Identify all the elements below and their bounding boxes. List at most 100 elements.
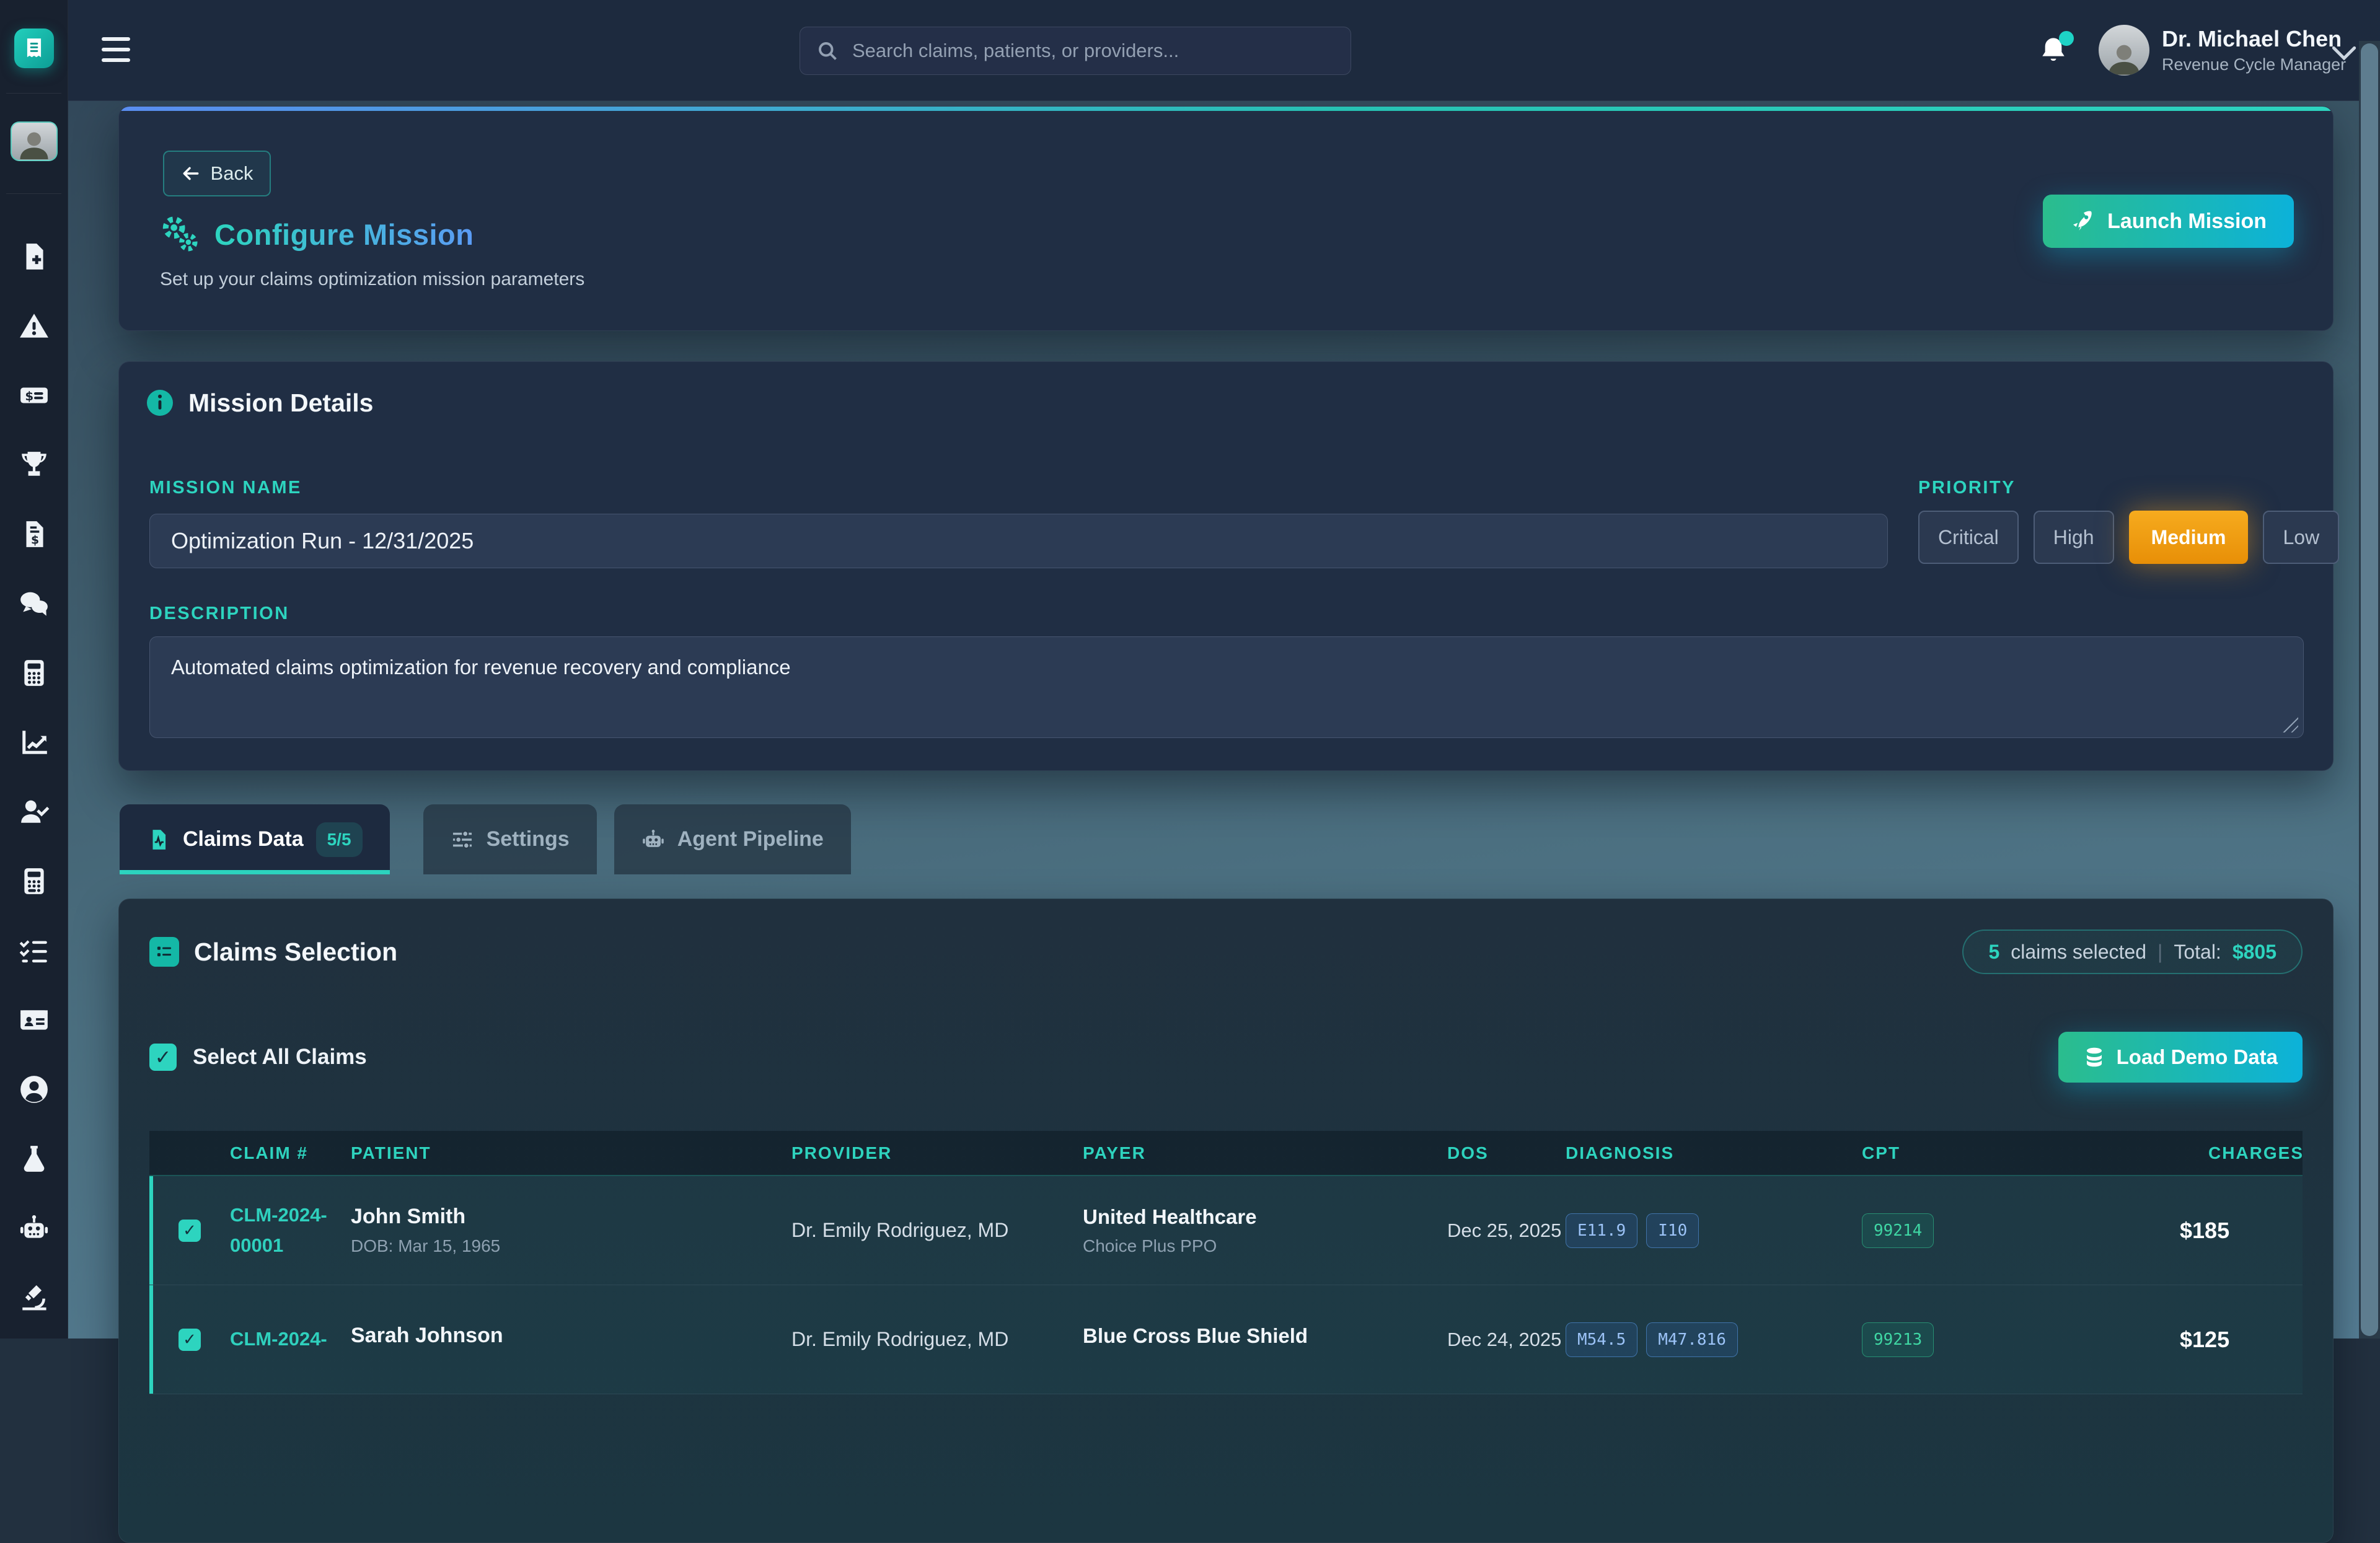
mission-details-title: Mission Details xyxy=(188,389,373,418)
chevron-down-icon[interactable] xyxy=(2332,46,2356,62)
calculator-icon xyxy=(19,657,50,688)
file-waveform-icon xyxy=(147,828,170,851)
search-box xyxy=(800,27,1351,75)
sidebar-item-patient-verify[interactable] xyxy=(18,796,50,828)
scrollbar-track[interactable] xyxy=(2359,41,2380,1339)
patient-dob: DOB: Mar 15, 1965 xyxy=(351,1236,791,1256)
tab-claims-data-label: Claims Data xyxy=(183,827,304,851)
sidebar-item-insurance-card[interactable] xyxy=(18,1004,50,1036)
selected-count: 5 xyxy=(1988,941,1999,964)
search-input[interactable] xyxy=(851,39,1334,63)
topbar: Dr. Michael Chen Revenue Cycle Manager xyxy=(68,0,2380,101)
row-checkbox[interactable] xyxy=(178,1329,201,1351)
trophy-icon xyxy=(19,449,50,480)
user-check-icon xyxy=(19,796,50,827)
diagnosis-code-badge: M54.5 xyxy=(1566,1322,1637,1357)
main-content: Back Configure Mission Set up your claim… xyxy=(68,101,2380,1339)
cpt-code-badge: 99214 xyxy=(1862,1213,1934,1248)
diagnosis-code-badge: M47.816 xyxy=(1646,1322,1738,1357)
claim-number-link[interactable]: CLM-2024- xyxy=(230,1324,335,1354)
gears-icon xyxy=(160,214,200,254)
robot-icon xyxy=(19,1213,50,1244)
priority-high-button[interactable]: High xyxy=(2034,511,2114,564)
rocket-icon xyxy=(2070,209,2095,234)
info-icon xyxy=(145,388,175,418)
receipt-logo-icon xyxy=(22,37,46,60)
notification-badge xyxy=(2059,31,2074,46)
priority-low-button[interactable]: Low xyxy=(2263,511,2339,564)
selected-count-label: claims selected xyxy=(2011,941,2146,964)
date-of-service: Dec 24, 2025 xyxy=(1447,1329,1566,1351)
total-amount: $805 xyxy=(2232,941,2276,964)
sidebar-item-analytics[interactable] xyxy=(18,726,50,758)
sidebar-item-research[interactable] xyxy=(18,1281,50,1314)
sidebar-item-lab[interactable] xyxy=(18,1143,50,1175)
scrollbar-thumb[interactable] xyxy=(2361,43,2378,1336)
charges-amount: $185 xyxy=(2180,1218,2304,1244)
priority-label: PRIORITY xyxy=(1918,478,2016,498)
col-charges: CHARGES xyxy=(2180,1143,2304,1163)
load-demo-data-button[interactable]: Load Demo Data xyxy=(2058,1032,2303,1083)
cpt-code-badge: 99213 xyxy=(1862,1322,1934,1357)
sidebar-item-ai-agent[interactable] xyxy=(18,1212,50,1244)
mission-name-input[interactable] xyxy=(149,514,1888,568)
launch-label: Launch Mission xyxy=(2107,209,2267,234)
launch-mission-button[interactable]: Launch Mission xyxy=(2043,195,2294,248)
priority-medium-button[interactable]: Medium xyxy=(2129,511,2249,564)
sidebar-item-denials[interactable] xyxy=(18,310,50,342)
sidebar-item-achievements[interactable] xyxy=(18,449,50,481)
provider-name: Dr. Emily Rodriguez, MD xyxy=(791,1219,1083,1242)
back-button[interactable]: Back xyxy=(163,151,271,196)
sidebar-item-billing[interactable]: $ xyxy=(18,379,50,411)
date-of-service: Dec 25, 2025 xyxy=(1447,1220,1566,1242)
search-icon xyxy=(816,40,851,62)
menu-icon[interactable] xyxy=(102,37,130,62)
tab-claims-data[interactable]: Claims Data 5/5 xyxy=(120,804,390,874)
notifications-button[interactable] xyxy=(2038,35,2071,69)
chip-divider: | xyxy=(2157,941,2162,964)
diagnosis-code-badge: E11.9 xyxy=(1566,1213,1637,1248)
config-tabs: Claims Data 5/5 Settings Agent Pipeline xyxy=(120,804,851,874)
load-demo-label: Load Demo Data xyxy=(2117,1045,2278,1069)
sidebar-item-estimates[interactable] xyxy=(18,865,50,897)
file-plus-icon xyxy=(19,241,50,272)
page-subtitle: Set up your claims optimization mission … xyxy=(160,269,584,290)
tab-settings[interactable]: Settings xyxy=(423,804,597,874)
claim-row-2[interactable]: CLM-2024- Sarah Johnson Dr. Emily Rodrig… xyxy=(149,1285,2303,1394)
patient-name: John Smith xyxy=(351,1205,791,1229)
priority-critical-button[interactable]: Critical xyxy=(1918,511,2019,564)
user-role: Revenue Cycle Manager xyxy=(2162,55,2346,74)
sidebar-divider xyxy=(6,93,61,94)
claims-selection-card: Claims Selection 5 claims selected | Tot… xyxy=(118,899,2334,1543)
page-title-row: Configure Mission xyxy=(160,214,474,254)
flask-icon xyxy=(19,1143,50,1174)
tab-agent-pipeline[interactable]: Agent Pipeline xyxy=(614,804,851,874)
user-menu[interactable]: Dr. Michael Chen Revenue Cycle Manager xyxy=(2162,26,2346,74)
sidebar-item-new-claim[interactable] xyxy=(18,240,50,273)
robot-icon xyxy=(641,828,665,851)
user-name: Dr. Michael Chen xyxy=(2162,26,2346,51)
app-logo[interactable] xyxy=(14,29,54,68)
sidebar-item-messages[interactable] xyxy=(18,587,50,620)
microscope-icon xyxy=(19,1282,50,1313)
claim-number-link[interactable]: CLM-2024-00001 xyxy=(230,1200,335,1260)
sidebar-item-calculator[interactable] xyxy=(18,657,50,689)
payer-plan: Choice Plus PPO xyxy=(1083,1236,1447,1256)
description-textarea[interactable]: Automated claims optimization for revenu… xyxy=(149,636,2304,738)
sidebar-item-profile[interactable] xyxy=(18,1073,50,1106)
description-label: DESCRIPTION xyxy=(149,604,289,624)
claims-table: CLAIM # PATIENT PROVIDER PAYER DOS DIAGN… xyxy=(149,1131,2303,1394)
svg-text:$: $ xyxy=(31,534,39,547)
row-checkbox[interactable] xyxy=(178,1220,201,1242)
col-payer: PAYER xyxy=(1083,1143,1447,1163)
col-diagnosis: DIAGNOSIS xyxy=(1566,1143,1862,1163)
sidebar-item-invoices[interactable]: $ xyxy=(18,518,50,550)
mission-details-card: Mission Details MISSION NAME PRIORITY Cr… xyxy=(118,361,2334,771)
claim-row-1[interactable]: CLM-2024-00001 John Smith DOB: Mar 15, 1… xyxy=(149,1176,2303,1285)
table-list-icon xyxy=(149,937,179,967)
total-label: Total: xyxy=(2174,941,2221,964)
sidebar-user-avatar[interactable] xyxy=(11,121,58,161)
user-avatar[interactable] xyxy=(2099,25,2149,76)
select-all-checkbox[interactable] xyxy=(149,1044,177,1071)
sidebar-item-tasks[interactable] xyxy=(18,934,50,967)
